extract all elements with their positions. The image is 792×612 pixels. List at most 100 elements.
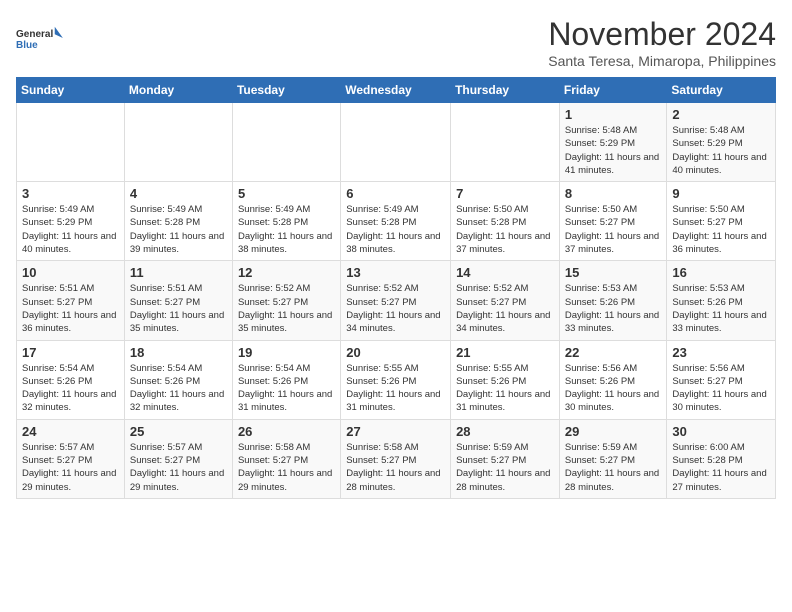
day-number: 25 [130,424,227,439]
day-number: 3 [22,186,119,201]
day-number: 28 [456,424,554,439]
day-info: Sunrise: 5:52 AM Sunset: 5:27 PM Dayligh… [456,282,554,335]
day-info: Sunrise: 5:51 AM Sunset: 5:27 PM Dayligh… [22,282,119,335]
day-info: Sunrise: 5:59 AM Sunset: 5:27 PM Dayligh… [565,441,662,494]
header-thursday: Thursday [451,78,560,103]
header-wednesday: Wednesday [341,78,451,103]
cell-w3-d3: 13 Sunrise: 5:52 AM Sunset: 5:27 PM Dayli… [341,261,451,340]
svg-text:General: General [16,29,53,40]
day-info: Sunrise: 5:57 AM Sunset: 5:27 PM Dayligh… [22,441,119,494]
cell-w2-d4: 7Sunrise: 5:50 AM Sunset: 5:28 PM Daylig… [451,182,560,261]
cell-w4-d2: 19 Sunrise: 5:54 AM Sunset: 5:26 PM Dayli… [232,340,340,419]
day-info: Sunrise: 5:53 AM Sunset: 5:26 PM Dayligh… [672,282,770,335]
cell-w5-d4: 28 Sunrise: 5:59 AM Sunset: 5:27 PM Dayli… [451,419,560,498]
logo-svg: General Blue [16,16,66,60]
day-number: 9 [672,186,770,201]
day-number: 29 [565,424,662,439]
cell-w2-d6: 9 Sunrise: 5:50 AM Sunset: 5:27 PM Daylig… [667,182,776,261]
day-number: 18 [130,345,227,360]
cell-w4-d0: 17Sunrise: 5:54 AM Sunset: 5:26 PM Dayli… [17,340,125,419]
day-info: Sunrise: 5:58 AM Sunset: 5:27 PM Dayligh… [346,441,445,494]
day-number: 26 [238,424,335,439]
week-row-1: 1Sunrise: 5:48 AM Sunset: 5:29 PM Daylig… [17,103,776,182]
day-info: Sunrise: 5:55 AM Sunset: 5:26 PM Dayligh… [456,362,554,415]
day-number: 4 [130,186,227,201]
day-number: 15 [565,265,662,280]
day-info: Sunrise: 5:53 AM Sunset: 5:26 PM Dayligh… [565,282,662,335]
day-number: 5 [238,186,335,201]
cell-w3-d5: 15 Sunrise: 5:53 AM Sunset: 5:26 PM Dayli… [559,261,667,340]
cell-w2-d0: 3 Sunrise: 5:49 AM Sunset: 5:29 PM Daylig… [17,182,125,261]
cell-w1-d6: 2Sunrise: 5:48 AM Sunset: 5:29 PM Daylig… [667,103,776,182]
day-info: Sunrise: 5:56 AM Sunset: 5:27 PM Dayligh… [672,362,770,415]
day-number: 6 [346,186,445,201]
cell-w2-d5: 8Sunrise: 5:50 AM Sunset: 5:27 PM Daylig… [559,182,667,261]
cell-w5-d6: 30 Sunrise: 6:00 AM Sunset: 5:28 PM Dayli… [667,419,776,498]
day-info: Sunrise: 5:58 AM Sunset: 5:27 PM Dayligh… [238,441,335,494]
day-info: Sunrise: 5:50 AM Sunset: 5:27 PM Dayligh… [565,203,662,256]
day-info: Sunrise: 5:49 AM Sunset: 5:28 PM Dayligh… [238,203,335,256]
header-sunday: Sunday [17,78,125,103]
logo: General Blue [16,16,66,60]
day-info: Sunrise: 5:54 AM Sunset: 5:26 PM Dayligh… [238,362,335,415]
day-info: Sunrise: 5:50 AM Sunset: 5:28 PM Dayligh… [456,203,554,256]
cell-w3-d2: 12Sunrise: 5:52 AM Sunset: 5:27 PM Dayli… [232,261,340,340]
day-info: Sunrise: 5:48 AM Sunset: 5:29 PM Dayligh… [672,124,770,177]
cell-w4-d1: 18 Sunrise: 5:54 AM Sunset: 5:26 PM Dayli… [124,340,232,419]
header-tuesday: Tuesday [232,78,340,103]
day-number: 19 [238,345,335,360]
header-friday: Friday [559,78,667,103]
cell-w3-d4: 14 Sunrise: 5:52 AM Sunset: 5:27 PM Dayli… [451,261,560,340]
cell-w4-d5: 22 Sunrise: 5:56 AM Sunset: 5:26 PM Dayli… [559,340,667,419]
cell-w5-d5: 29 Sunrise: 5:59 AM Sunset: 5:27 PM Dayli… [559,419,667,498]
day-info: Sunrise: 5:56 AM Sunset: 5:26 PM Dayligh… [565,362,662,415]
cell-w3-d1: 11Sunrise: 5:51 AM Sunset: 5:27 PM Dayli… [124,261,232,340]
header: General Blue November 2024 Santa Teresa,… [16,16,776,69]
day-number: 24 [22,424,119,439]
cell-w2-d3: 6 Sunrise: 5:49 AM Sunset: 5:28 PM Daylig… [341,182,451,261]
day-number: 30 [672,424,770,439]
day-number: 12 [238,265,335,280]
title-section: November 2024 Santa Teresa, Mimaropa, Ph… [548,16,776,69]
week-row-3: 10 Sunrise: 5:51 AM Sunset: 5:27 PM Dayli… [17,261,776,340]
day-number: 21 [456,345,554,360]
day-number: 16 [672,265,770,280]
week-row-4: 17Sunrise: 5:54 AM Sunset: 5:26 PM Dayli… [17,340,776,419]
day-number: 22 [565,345,662,360]
day-info: Sunrise: 5:48 AM Sunset: 5:29 PM Dayligh… [565,124,662,177]
cell-w5-d1: 25Sunrise: 5:57 AM Sunset: 5:27 PM Dayli… [124,419,232,498]
day-info: Sunrise: 5:54 AM Sunset: 5:26 PM Dayligh… [130,362,227,415]
svg-text:Blue: Blue [16,40,38,51]
day-number: 27 [346,424,445,439]
day-info: Sunrise: 5:52 AM Sunset: 5:27 PM Dayligh… [346,282,445,335]
cell-w1-d4 [451,103,560,182]
day-info: Sunrise: 5:55 AM Sunset: 5:26 PM Dayligh… [346,362,445,415]
day-number: 10 [22,265,119,280]
day-info: Sunrise: 6:00 AM Sunset: 5:28 PM Dayligh… [672,441,770,494]
month-title: November 2024 [548,16,776,53]
day-info: Sunrise: 5:59 AM Sunset: 5:27 PM Dayligh… [456,441,554,494]
cell-w3-d6: 16 Sunrise: 5:53 AM Sunset: 5:26 PM Dayli… [667,261,776,340]
cell-w5-d2: 26 Sunrise: 5:58 AM Sunset: 5:27 PM Dayli… [232,419,340,498]
calendar-table: SundayMondayTuesdayWednesdayThursdayFrid… [16,77,776,499]
day-info: Sunrise: 5:49 AM Sunset: 5:28 PM Dayligh… [130,203,227,256]
weekday-header-row: SundayMondayTuesdayWednesdayThursdayFrid… [17,78,776,103]
day-number: 11 [130,265,227,280]
day-info: Sunrise: 5:49 AM Sunset: 5:29 PM Dayligh… [22,203,119,256]
day-number: 13 [346,265,445,280]
cell-w1-d2 [232,103,340,182]
header-monday: Monday [124,78,232,103]
cell-w4-d3: 20 Sunrise: 5:55 AM Sunset: 5:26 PM Dayli… [341,340,451,419]
cell-w1-d3 [341,103,451,182]
day-info: Sunrise: 5:50 AM Sunset: 5:27 PM Dayligh… [672,203,770,256]
day-info: Sunrise: 5:49 AM Sunset: 5:28 PM Dayligh… [346,203,445,256]
header-saturday: Saturday [667,78,776,103]
cell-w5-d3: 27 Sunrise: 5:58 AM Sunset: 5:27 PM Dayli… [341,419,451,498]
day-number: 14 [456,265,554,280]
location-subtitle: Santa Teresa, Mimaropa, Philippines [548,53,776,69]
cell-w5-d0: 24 Sunrise: 5:57 AM Sunset: 5:27 PM Dayli… [17,419,125,498]
day-number: 20 [346,345,445,360]
week-row-2: 3 Sunrise: 5:49 AM Sunset: 5:29 PM Daylig… [17,182,776,261]
day-info: Sunrise: 5:54 AM Sunset: 5:26 PM Dayligh… [22,362,119,415]
cell-w1-d5: 1Sunrise: 5:48 AM Sunset: 5:29 PM Daylig… [559,103,667,182]
